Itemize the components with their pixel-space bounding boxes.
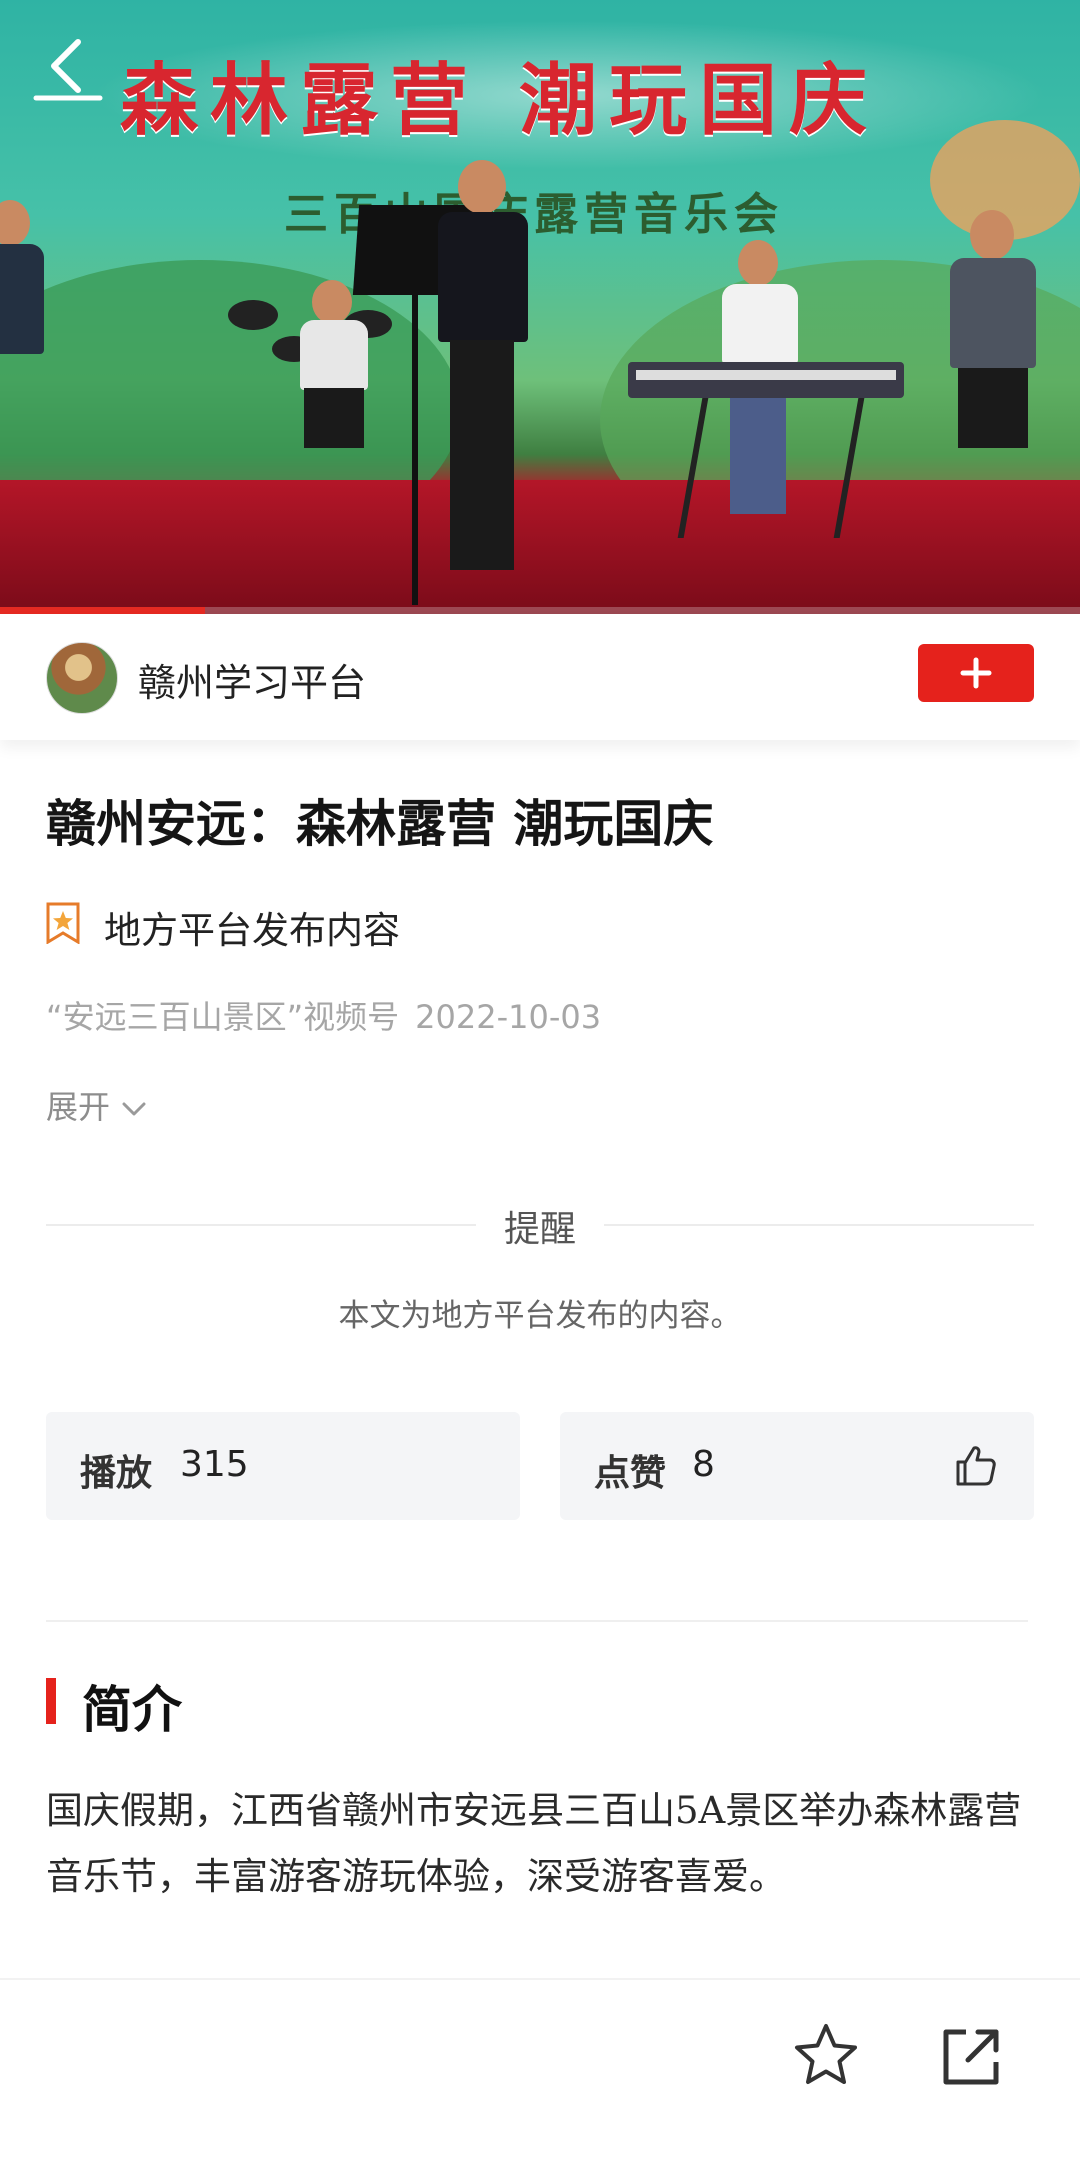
bottom-action-bar [0, 1978, 1080, 2170]
account-name[interactable]: 赣州学习平台 [138, 652, 366, 707]
meta-date: 2022-10-03 [415, 998, 602, 1036]
avatar[interactable] [46, 642, 118, 714]
back-button[interactable] [30, 30, 110, 110]
play-label: 播放 [80, 1452, 153, 1494]
expand-button[interactable]: 展开 [46, 1082, 148, 1128]
keyboard-instrument [628, 362, 904, 398]
play-count-box: 播放 315 [46, 1412, 520, 1520]
video-banner-title: 森林露营 潮玩国庆 [120, 55, 880, 146]
thumbs-up-icon[interactable] [952, 1442, 1000, 1490]
reminder-title: 提醒 [503, 1209, 576, 1250]
intro-accent-bar [46, 1678, 56, 1724]
like-count: 8 [692, 1444, 715, 1485]
keyboard-stand [677, 398, 865, 538]
video-player[interactable]: 森林露营 潮玩国庆 三百山国庆露营音乐会 [0, 0, 1080, 614]
meta-source: “安远三百山景区”视频号 [46, 998, 400, 1036]
arrow-left-icon [33, 39, 103, 101]
intro-text: 国庆假期，江西省赣州市安远县三百山5A景区举办森林露营音乐节，丰富游客游玩体验，… [46, 1789, 1022, 1898]
bookmark-star-icon [46, 902, 80, 944]
article-meta: “安远三百山景区”视频号 2022-10-03 [46, 992, 601, 1038]
section-divider [46, 1620, 1028, 1622]
stage-floor [0, 480, 1080, 614]
star-icon[interactable] [790, 2020, 862, 2092]
drum-pad [228, 300, 278, 330]
expand-label: 展开 [46, 1088, 111, 1126]
reminder-text: 本文为地方平台发布的内容。 [338, 1298, 742, 1334]
video-progress-fill [0, 607, 206, 614]
like-box[interactable]: 点赞 8 [560, 1412, 1034, 1520]
like-label: 点赞 [594, 1452, 667, 1494]
plus-icon [960, 657, 992, 689]
video-progress-bar[interactable] [0, 607, 1080, 614]
share-icon[interactable] [936, 2022, 1006, 2092]
play-count: 315 [180, 1444, 249, 1485]
account-row: 赣州学习平台 [0, 614, 1080, 740]
intro-heading: 简介 [82, 1680, 182, 1739]
source-label: 地方平台发布内容 [104, 909, 400, 952]
chevron-down-icon [122, 1102, 146, 1116]
article-title: 赣州安远：森林露营 潮玩国庆 [46, 794, 714, 853]
follow-button[interactable] [918, 644, 1034, 702]
